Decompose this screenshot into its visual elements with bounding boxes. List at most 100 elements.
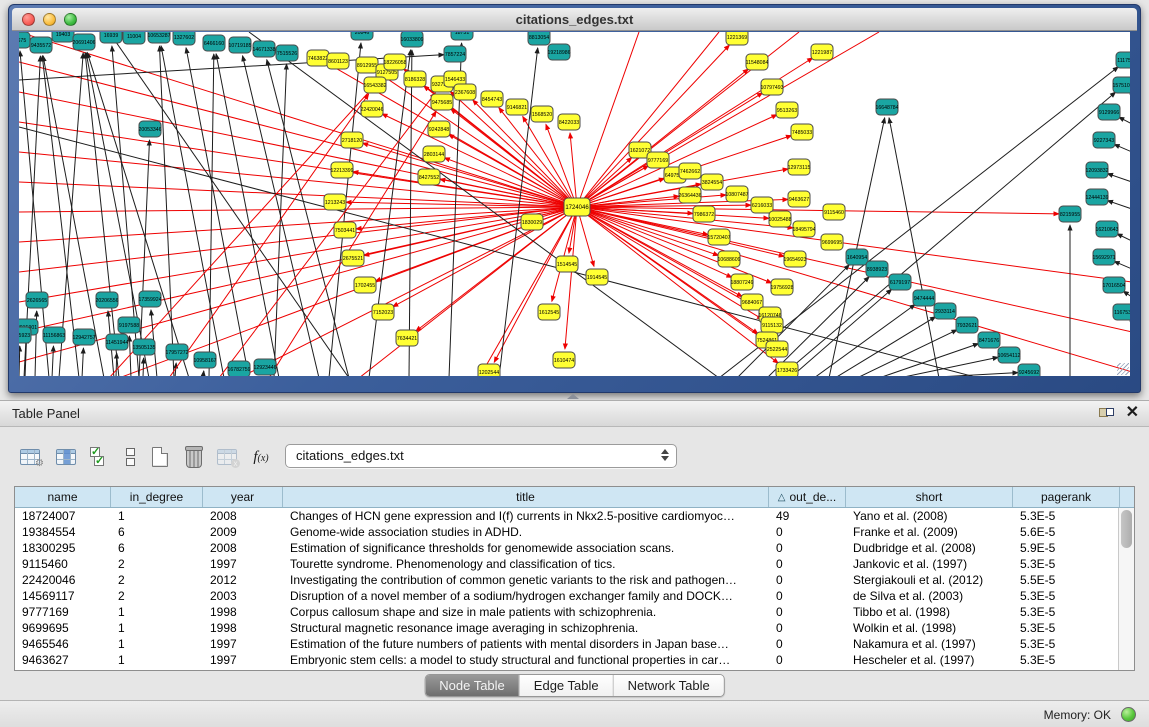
panel-splitter-handle[interactable] (567, 394, 579, 399)
table-row[interactable]: 1830029562008Estimation of significance … (15, 540, 1118, 556)
graph-node-label: 8471676 (979, 338, 999, 344)
float-panel-icon[interactable] (1099, 405, 1114, 420)
column-header-short[interactable]: short (846, 487, 1013, 507)
graph-node-label: 1621072 (630, 148, 650, 154)
table-cell: 0 (769, 588, 846, 604)
table-body: 1872400712008Changes of HCN gene express… (15, 508, 1118, 670)
graph-node-label: 18226058 (383, 60, 406, 66)
graph-node-label: 2522544 (767, 347, 787, 353)
graph-node-label: 20053346 (138, 127, 161, 133)
column-header-name[interactable]: name (15, 487, 111, 507)
graph-node-label: 11004 (127, 34, 141, 40)
row-selection-icon[interactable]: ✓✓ (86, 443, 114, 471)
graph-node-label: 1610474 (554, 358, 574, 364)
table-row[interactable]: 946362711997Embryonic stem cells: a mode… (15, 652, 1118, 668)
graph-node-label: 1221369 (727, 35, 747, 41)
graph-node-label: 15692971 (1092, 255, 1115, 261)
table-cell: 9699695 (15, 620, 111, 636)
graph-node-label: 1213243 (325, 200, 345, 206)
graph-node-label: 12093832 (1085, 168, 1108, 174)
table-cell: 6 (111, 540, 203, 556)
column-visibility-icon[interactable] (52, 443, 80, 471)
graph-node-label: 20206556 (95, 298, 118, 304)
graph-node-label: 1733426 (777, 368, 797, 374)
graph-node-label: 14671338 (252, 47, 275, 53)
column-header-in_degree[interactable]: in_degree (111, 487, 203, 507)
table-cell: 5.3E-5 (1013, 636, 1118, 652)
table-row[interactable]: 1938455462009Genome-wide association stu… (15, 524, 1118, 540)
table-row[interactable]: 2242004622012Investigating the contribut… (15, 572, 1118, 588)
graph-node-label: 1327602 (174, 35, 194, 41)
table-settings-icon[interactable]: ⚙ (16, 443, 44, 471)
graph-node-label: 20846 (355, 32, 370, 36)
table-cell: 5.9E-5 (1013, 540, 1118, 556)
graph-node-label: 8813054 (529, 35, 549, 41)
graph-node-label: 7462662 (680, 169, 700, 175)
table-cell: 2008 (203, 508, 283, 524)
graph-node-label: 12973115 (788, 165, 811, 171)
table-header-row: namein_degreeyeartitle△out_de...shortpag… (15, 487, 1134, 508)
network-svg[interactable]: 1667594355721940320691406169391100410653… (19, 32, 1130, 376)
graph-node-label: 12942757 (72, 335, 95, 341)
graph-node-label: 17957272 (165, 350, 188, 356)
table-cell: 2012 (203, 572, 283, 588)
table-toolbar: ⚙ ✓✓ x f(x) citations_edges.txt (0, 441, 1149, 477)
table-cell: 5.5E-5 (1013, 572, 1118, 588)
table-selector-dropdown[interactable]: citations_edges.txt (285, 444, 677, 468)
graph-node-label: 7986372 (694, 212, 714, 218)
network-window-titlebar[interactable]: citations_edges.txt (12, 8, 1137, 31)
table-cell: 0 (769, 572, 846, 588)
table-vertical-scrollbar[interactable] (1118, 508, 1134, 670)
column-header-out_de[interactable]: △out_de... (769, 487, 846, 507)
graph-node-label: 8601123 (328, 59, 348, 65)
network-window[interactable]: citations_edges.txt 16675943557219403206… (8, 4, 1141, 393)
graph-node-label: 9699695 (822, 240, 842, 246)
table-row[interactable]: 977716911998Corpus callosum shape and si… (15, 604, 1118, 620)
graph-node-label: 1640954 (847, 255, 867, 261)
canvas-resize-grip[interactable] (1117, 363, 1129, 375)
tab-node-table[interactable]: Node Table (425, 675, 520, 696)
graph-node-label: 9245692 (1019, 370, 1039, 376)
graph-node-label: 12923446 (253, 365, 276, 371)
column-header-title[interactable]: title (283, 487, 769, 507)
column-header-pagerank[interactable]: pagerank (1013, 487, 1120, 507)
table-cell: 9465546 (15, 636, 111, 652)
column-header-year[interactable]: year (203, 487, 283, 507)
table-cell: 2 (111, 588, 203, 604)
graph-node-label: 7857224 (445, 52, 465, 58)
close-panel-icon[interactable]: ✕ (1126, 405, 1139, 420)
graph-node-label: 18731 (455, 32, 470, 36)
table-cell: Tibbo et al. (1998) (846, 604, 1013, 620)
graph-node-label: 11548084 (746, 60, 769, 66)
table-row[interactable]: 911546021997Tourette syndrome. Phenomeno… (15, 556, 1118, 572)
table-cell: 1 (111, 604, 203, 620)
table-cell: 18300295 (15, 540, 111, 556)
tab-network-table[interactable]: Network Table (614, 675, 724, 696)
graph-node-label: 10025488 (768, 217, 791, 223)
table-cell: 1997 (203, 556, 283, 572)
graph-node-label: 1514545 (557, 262, 577, 268)
table-row[interactable]: 946554611997Estimation of the future num… (15, 636, 1118, 652)
graph-node-label: 1568520 (532, 112, 552, 118)
delete-column-icon[interactable] (180, 443, 208, 471)
new-column-icon[interactable] (146, 443, 174, 471)
graph-node-label: 19218986 (547, 50, 570, 56)
graph-node-label: 8215955 (1060, 212, 1080, 218)
tab-edge-table[interactable]: Edge Table (520, 675, 614, 696)
graph-node-label: 9115132 (762, 323, 782, 329)
table-row[interactable]: 1872400712008Changes of HCN gene express… (15, 508, 1118, 524)
table-row[interactable]: 1456911722003Disruption of a novel membe… (15, 588, 1118, 604)
table-cell: 2009 (203, 524, 283, 540)
dropdown-stepper-icon (661, 449, 669, 461)
function-builder-icon[interactable]: f(x) (247, 443, 275, 471)
table-cell: Hescheler et al. (1997) (846, 652, 1013, 668)
graph-node-label: 26364436 (678, 193, 701, 199)
graph-node-label: 9242848 (429, 127, 449, 133)
table-row[interactable]: 969969511998Structural magnetic resonanc… (15, 620, 1118, 636)
network-canvas[interactable]: 1667594355721940320691406169391100410653… (19, 32, 1130, 376)
graph-node-label: 9127505 (377, 70, 397, 76)
table-cell: Disruption of a novel member of a sodium… (283, 588, 769, 604)
scrollbar-thumb[interactable] (1121, 510, 1132, 548)
panel-mode-icon[interactable] (116, 443, 144, 471)
graph-node-label: 9227343 (1094, 138, 1114, 144)
